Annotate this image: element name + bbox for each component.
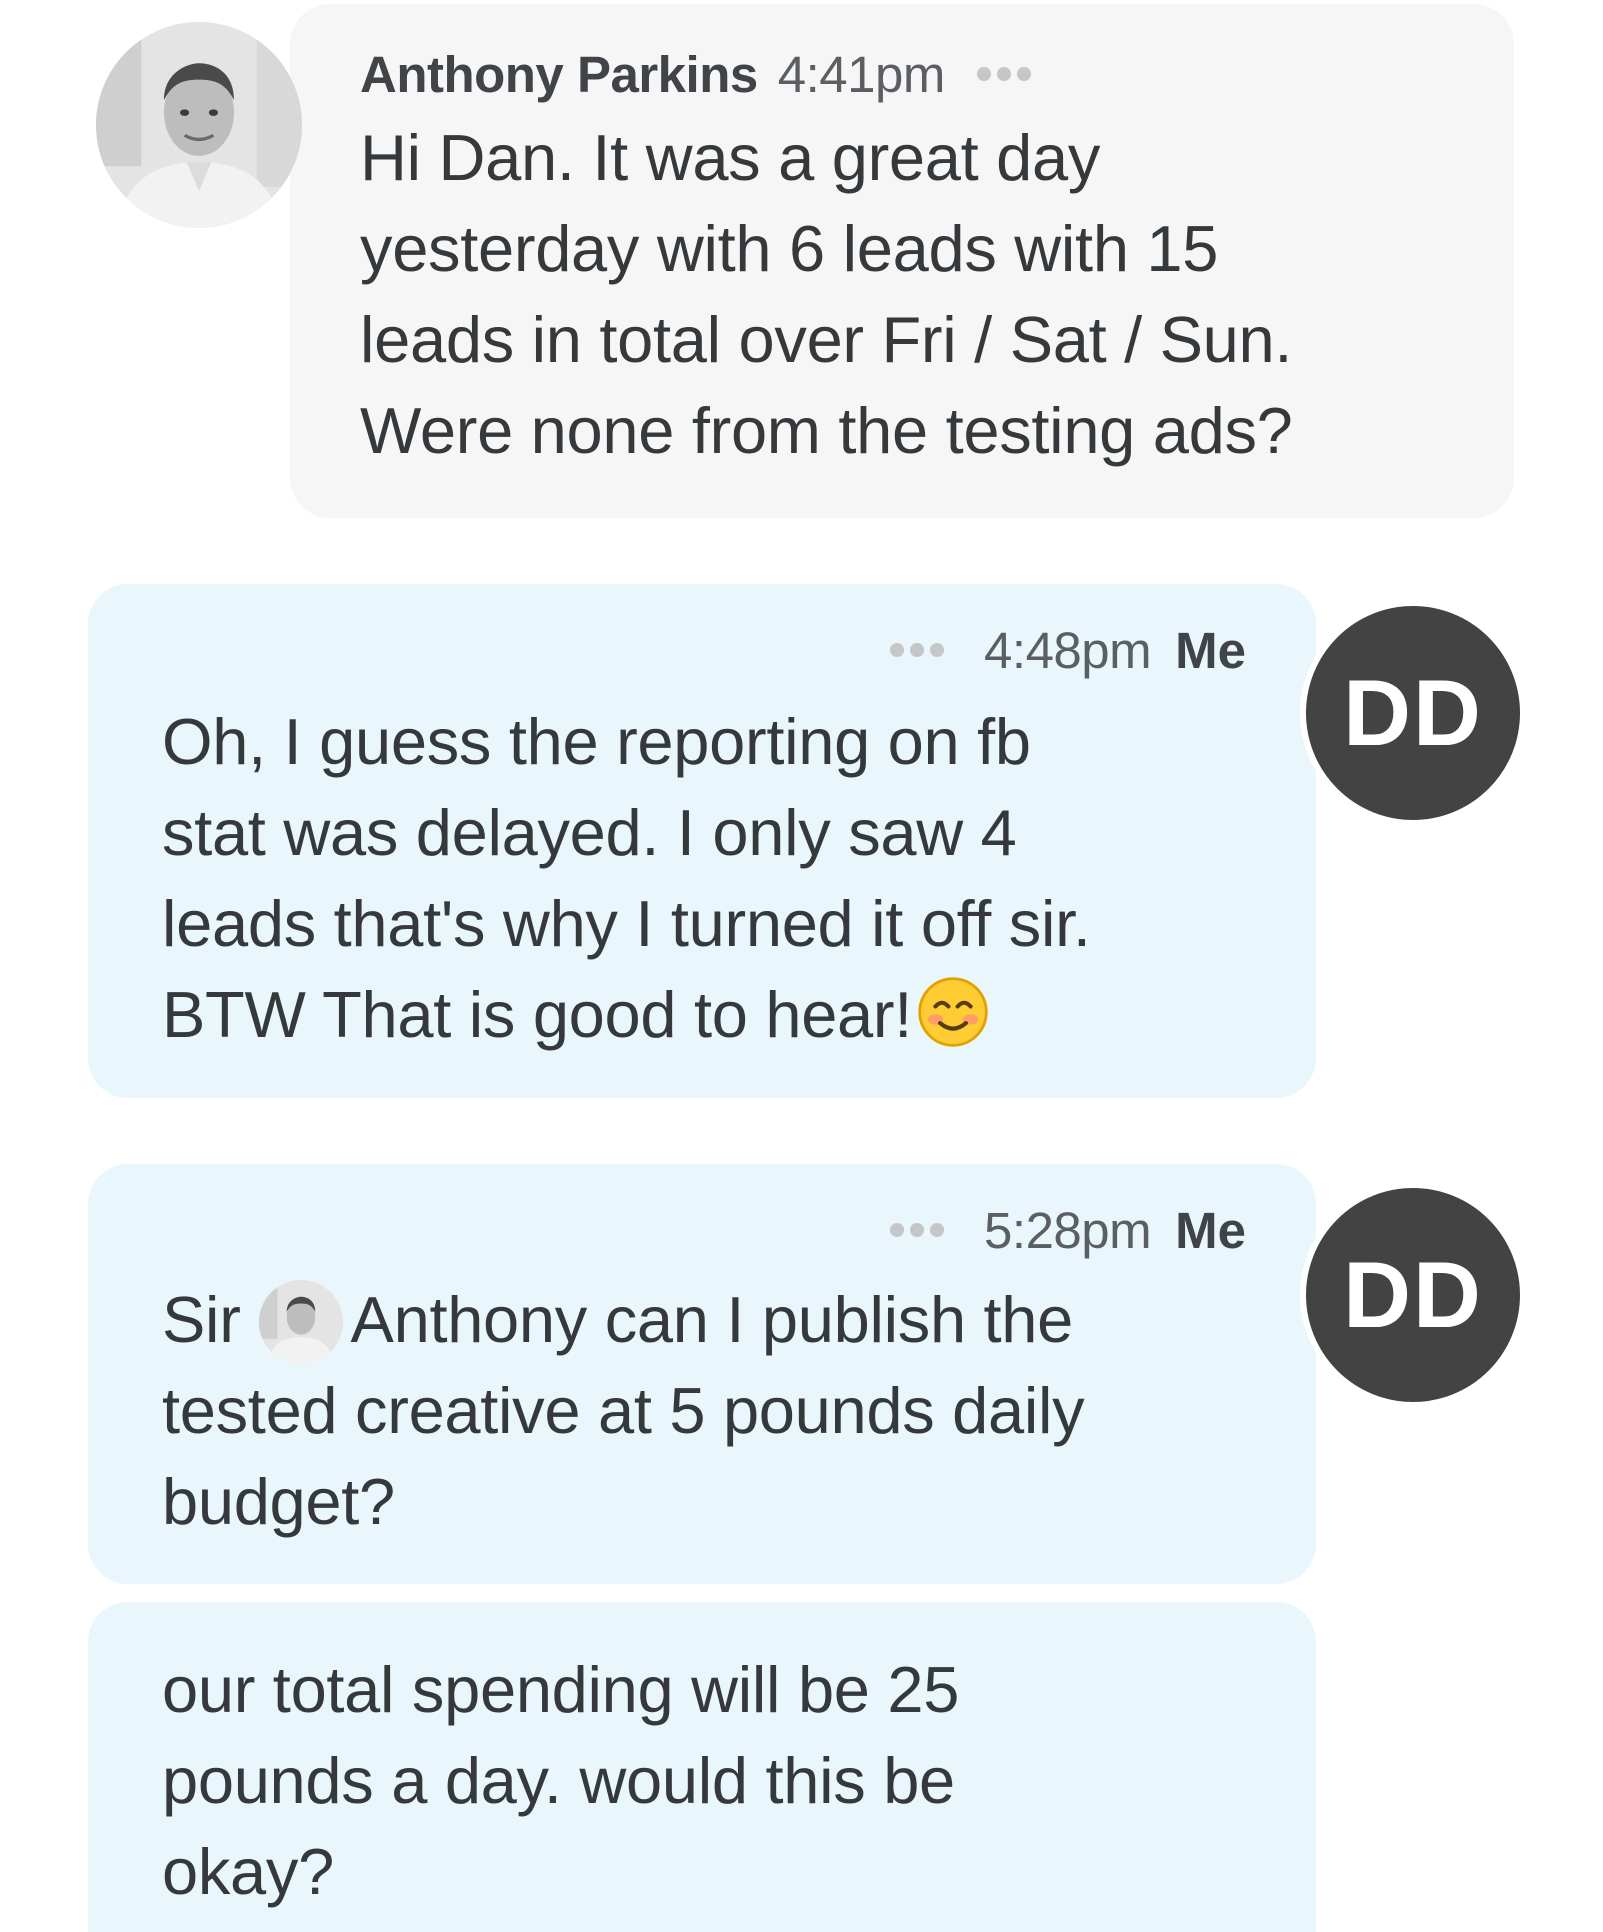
sender-name: Me: [1175, 621, 1246, 679]
message-bubble-outgoing[interactable]: 4:48pm Me Oh, I guess the reporting on f…: [88, 584, 1316, 1098]
message-line: can I publish the: [604, 1283, 1074, 1356]
message-text: Sir Anthony can I publish the tested crea…: [162, 1274, 1282, 1547]
avatar[interactable]: DD: [1300, 1182, 1526, 1408]
message-meta: 4:48pm Me: [890, 620, 1246, 680]
more-options-icon[interactable]: [890, 1223, 945, 1237]
sender-name: Me: [1175, 1201, 1246, 1259]
avatar-photo-icon: [258, 1280, 343, 1364]
message-time: 4:41pm: [777, 45, 946, 103]
message-line: BTW That is good to hear!: [162, 978, 912, 1051]
avatar-photo-icon: [96, 22, 302, 228]
message-line: pounds a day. would this be: [162, 1744, 955, 1817]
sender-name[interactable]: Anthony Parkins: [360, 45, 758, 104]
message-line-with-mention: Sir Anthony can I publish the: [162, 1274, 1282, 1365]
message-line: okay?: [162, 1835, 334, 1908]
message-line: leads in total over Fri / Sat / Sun.: [360, 303, 1293, 376]
message-line: tested creative at 5 pounds daily: [162, 1374, 1085, 1447]
message-meta: Anthony Parkins 4:41pm: [360, 44, 1031, 104]
message-bubble-incoming[interactable]: Anthony Parkins 4:41pm Hi Dan. It was a …: [290, 4, 1514, 518]
message-text: Hi Dan. It was a great day yesterday wit…: [360, 112, 1480, 476]
message-line: budget?: [162, 1465, 395, 1538]
more-options-icon[interactable]: [890, 643, 945, 657]
message-bubble-outgoing[interactable]: our total spending will be 25 pounds a d…: [88, 1602, 1316, 1932]
smiling-face-emoji-icon: [916, 975, 990, 1049]
message-bubble-outgoing[interactable]: 5:28pm Me Sir Anthony can I publish the t…: [88, 1164, 1316, 1584]
message-line: Hi Dan. It was a great day: [360, 121, 1101, 194]
avatar[interactable]: DD: [1300, 600, 1526, 826]
message-line-with-emoji: BTW That is good to hear!: [162, 969, 1282, 1060]
message-line: stat was delayed. I only saw 4: [162, 796, 1017, 869]
avatar[interactable]: [96, 22, 302, 228]
message-line: leads that's why I turned it off sir.: [162, 887, 1091, 960]
message-text: Oh, I guess the reporting on fb stat was…: [162, 696, 1282, 1060]
message-text: our total spending will be 25 pounds a d…: [162, 1644, 1282, 1917]
message-line: yesterday with 6 leads with 15: [360, 212, 1219, 285]
message-line: our total spending will be 25: [162, 1653, 960, 1726]
mention-avatar[interactable]: [258, 1280, 343, 1364]
message-line: Oh, I guess the reporting on fb: [162, 705, 1031, 778]
mention-name[interactable]: Anthony: [351, 1283, 588, 1356]
more-options-icon[interactable]: [976, 67, 1031, 81]
mention-prefix: Sir: [162, 1283, 241, 1356]
message-line: Were none from the testing ads?: [360, 394, 1293, 467]
chat-thread: Anthony Parkins 4:41pm Hi Dan. It was a …: [0, 0, 1603, 1932]
message-meta: 5:28pm Me: [890, 1200, 1246, 1260]
message-time: 4:48pm: [984, 621, 1152, 679]
message-time: 5:28pm: [984, 1201, 1152, 1259]
message-row-incoming: Anthony Parkins 4:41pm Hi Dan. It was a …: [0, 0, 1603, 520]
